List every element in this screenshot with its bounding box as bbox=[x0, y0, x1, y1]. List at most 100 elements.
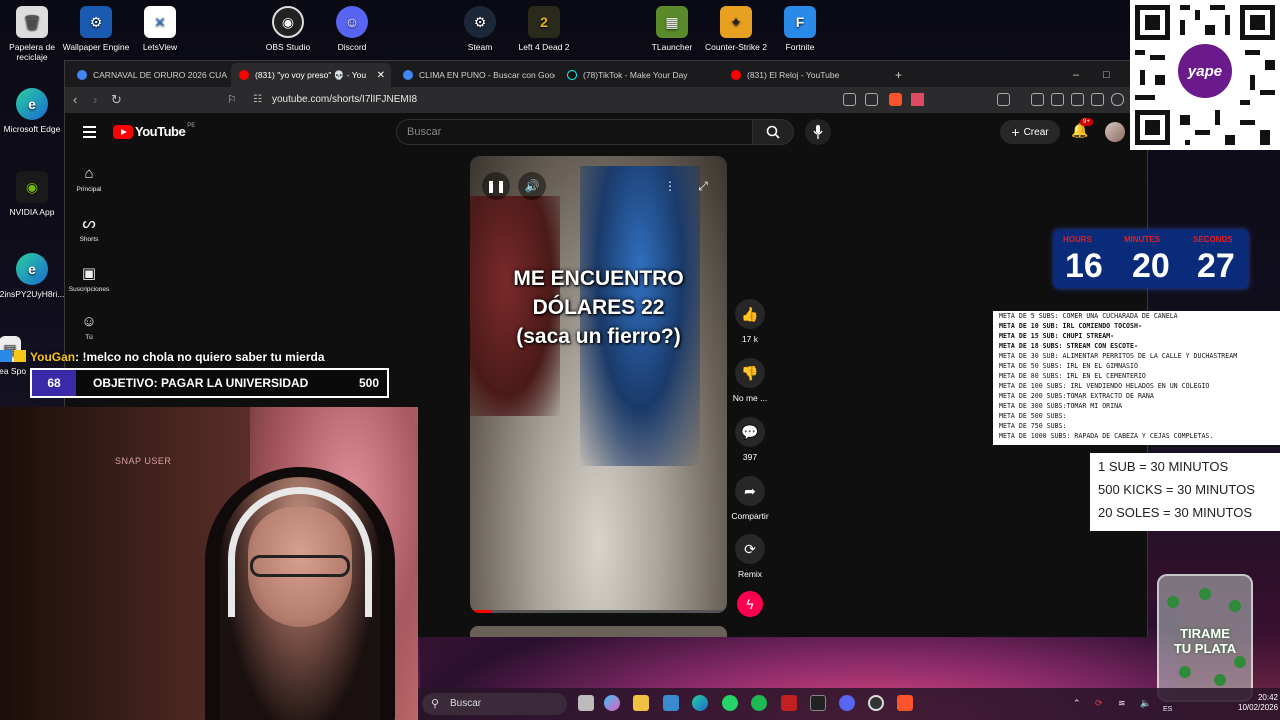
desktop-icon-letsview[interactable]: ✕ LetsView bbox=[125, 6, 195, 52]
search-input[interactable]: Buscar bbox=[396, 119, 753, 145]
wallet-icon[interactable] bbox=[1071, 93, 1084, 106]
next-video-preview[interactable] bbox=[470, 626, 727, 637]
google-icon bbox=[403, 70, 413, 80]
media-icon[interactable] bbox=[1031, 93, 1044, 106]
desktop-icon-tlauncher[interactable]: ▦ TLauncher bbox=[637, 6, 707, 52]
fullscreen-icon[interactable]: ⤢ bbox=[689, 172, 717, 200]
copilot-icon[interactable] bbox=[604, 695, 620, 711]
tab-carnaval[interactable]: CARNAVAL DE ORURO 2026 CUANDO bbox=[69, 63, 227, 87]
youtube-icon bbox=[239, 70, 249, 80]
desktop-icon-obs[interactable]: ◉ OBS Studio bbox=[253, 6, 323, 52]
thumbs-down-icon: 👎 bbox=[735, 358, 765, 388]
site-settings-icon[interactable]: ☷ bbox=[253, 94, 262, 105]
sub-goal-item: META DE 750 SUBS: bbox=[999, 422, 1067, 430]
sync-icon[interactable]: ⟳ bbox=[1095, 698, 1103, 709]
share-icon[interactable] bbox=[865, 93, 878, 106]
discord-icon[interactable] bbox=[839, 695, 855, 711]
desktop-icon-l4d2[interactable]: 2 Left 4 Dead 2 bbox=[509, 6, 579, 52]
bookmark-icon[interactable]: ⚐ bbox=[227, 93, 237, 106]
thumbs-up-icon: 👍 bbox=[735, 299, 765, 329]
notifications-badge: 9+ bbox=[1080, 118, 1093, 126]
desktop-icon-cs2[interactable]: ✦ Counter-Strike 2 bbox=[701, 6, 771, 52]
tab-clima-puno[interactable]: CLIMA EN PUNO - Buscar con Googl bbox=[395, 63, 555, 87]
file-explorer-icon[interactable] bbox=[633, 695, 649, 711]
volume-button[interactable]: 🔊 bbox=[518, 172, 546, 200]
store-icon[interactable] bbox=[663, 695, 679, 711]
shorts-video-player[interactable]: ❚❚ 🔊 ⋮ ⤢ ME ENCUENTRO DÓLARES 22 (saca u… bbox=[470, 156, 727, 613]
tlauncher-icon: ▦ bbox=[656, 6, 688, 38]
taskbar-clock[interactable]: 20:42 10/02/2026 bbox=[1238, 693, 1278, 713]
more-options-icon[interactable]: ⋮ bbox=[656, 172, 684, 200]
rate-line: 1 SUB = 30 MINUTOS bbox=[1098, 459, 1229, 474]
app-icon[interactable] bbox=[810, 695, 826, 711]
edge-icon[interactable] bbox=[692, 695, 708, 711]
sub-goal-item: META DE 80 SUBS: IRL EN EL CEMENTERIO bbox=[999, 372, 1146, 380]
edge-icon: e bbox=[16, 88, 48, 120]
whatsapp-icon[interactable] bbox=[722, 695, 738, 711]
tab-el-reloj[interactable]: (831) El Reloj - YouTube bbox=[723, 63, 883, 87]
sidebar-item-principal[interactable]: ⌂ Principal bbox=[65, 165, 113, 193]
menu-icon[interactable] bbox=[83, 126, 96, 141]
brave-icon[interactable] bbox=[897, 695, 913, 711]
pause-button[interactable]: ❚❚ bbox=[482, 172, 510, 200]
share-button[interactable]: ➦ Compartir bbox=[720, 476, 780, 521]
video-progress-bar[interactable] bbox=[470, 610, 727, 613]
forward-icon[interactable]: › bbox=[93, 92, 97, 107]
desktop-icon-wallpaper-engine[interactable]: ⚙ Wallpaper Engine bbox=[61, 6, 131, 52]
back-icon[interactable]: ‹ bbox=[73, 92, 77, 107]
sidebar-item-shorts[interactable]: ᔕ Shorts bbox=[65, 214, 113, 243]
search-button[interactable] bbox=[752, 119, 794, 145]
reload-icon[interactable]: ↻ bbox=[111, 92, 122, 108]
clover-icon bbox=[1179, 666, 1191, 678]
create-button[interactable]: + Crear bbox=[1000, 120, 1060, 144]
sidebar-item-subscriptions[interactable]: ▣ Suscripciones bbox=[65, 264, 113, 293]
avatar[interactable] bbox=[1105, 122, 1125, 142]
spotify-icon[interactable] bbox=[751, 695, 767, 711]
sub-goal-item: META DE 10 SUB: IRL COMIENDO TOCOSH- bbox=[999, 322, 1142, 330]
nvidia-icon: ◉ bbox=[16, 171, 48, 203]
lang-indicator[interactable]: ES bbox=[1163, 706, 1172, 713]
shorts-sound-button[interactable]: ϟ bbox=[720, 591, 780, 622]
tab-tiktok[interactable]: (78)TikTok - Make Your Day bbox=[559, 63, 719, 87]
desktop-icon-discord[interactable]: ☺ Discord bbox=[317, 6, 387, 52]
countdown-timer: HOURS MINUTES SECONDS 16 20 27 bbox=[1054, 230, 1248, 288]
desktop-icon-steam[interactable]: ⚙ Steam bbox=[445, 6, 515, 52]
volume-icon[interactable]: 🔈 bbox=[1140, 698, 1151, 709]
remix-button[interactable]: ⟳ Remix bbox=[720, 534, 780, 579]
dislike-button[interactable]: 👎 No me ... bbox=[720, 358, 780, 403]
subscriptions-icon: ▣ bbox=[81, 265, 97, 282]
minimize-button[interactable]: – bbox=[1065, 63, 1085, 87]
maximize-button[interactable]: □ bbox=[1095, 63, 1115, 87]
chevron-up-icon[interactable]: ⌃ bbox=[1073, 698, 1081, 709]
taskbar-search[interactable]: ⚲ Buscar bbox=[422, 693, 567, 715]
leo-icon[interactable] bbox=[1091, 93, 1104, 106]
close-tab-icon[interactable]: ✕ bbox=[377, 70, 385, 81]
desktop-icon-edge-shortcut[interactable]: e 2insPY2UyH8ri... bbox=[0, 253, 67, 299]
comments-button[interactable]: 💬 397 bbox=[720, 417, 780, 462]
reader-icon[interactable] bbox=[997, 93, 1010, 106]
rewards-icon[interactable] bbox=[911, 93, 924, 106]
letsview-icon: ✕ bbox=[144, 6, 176, 38]
wifi-icon[interactable]: ≋ bbox=[1118, 698, 1126, 709]
voice-search-button[interactable] bbox=[805, 119, 831, 145]
desktop-icon-recycle-bin[interactable]: 🗑 Papelera de reciclaje bbox=[0, 6, 67, 62]
new-tab-button[interactable]: + bbox=[887, 63, 907, 87]
url-input[interactable]: youtube.com/shorts/I7lIFJNEMI8 bbox=[272, 94, 417, 105]
vpn-icon[interactable] bbox=[1111, 93, 1124, 106]
obs-icon[interactable] bbox=[868, 695, 884, 711]
like-button[interactable]: 👍 17 k bbox=[720, 299, 780, 344]
cast-icon[interactable] bbox=[843, 93, 856, 106]
tab-yo-voy-preso[interactable]: (831) "yo voy preso" 💀 - You ✕ bbox=[231, 63, 391, 87]
google-icon bbox=[77, 70, 87, 80]
desktop-icon-fortnite[interactable]: F Fortnite bbox=[765, 6, 835, 52]
sidebar-item-you[interactable]: ☺ Tú bbox=[65, 313, 113, 341]
desktop-icon-edge[interactable]: e Microsoft Edge bbox=[0, 88, 67, 134]
desktop-icon-nvidia[interactable]: ◉ NVIDIA App bbox=[0, 171, 67, 217]
clover-icon bbox=[1199, 588, 1211, 600]
sidebar-icon[interactable] bbox=[1051, 93, 1064, 106]
task-view-icon[interactable] bbox=[578, 695, 594, 711]
app-icon[interactable] bbox=[781, 695, 797, 711]
brave-shield-icon[interactable] bbox=[889, 93, 902, 106]
rate-line: 500 KICKS = 30 MINUTOS bbox=[1098, 482, 1255, 497]
youtube-logo[interactable]: YouTube PE bbox=[113, 123, 195, 139]
